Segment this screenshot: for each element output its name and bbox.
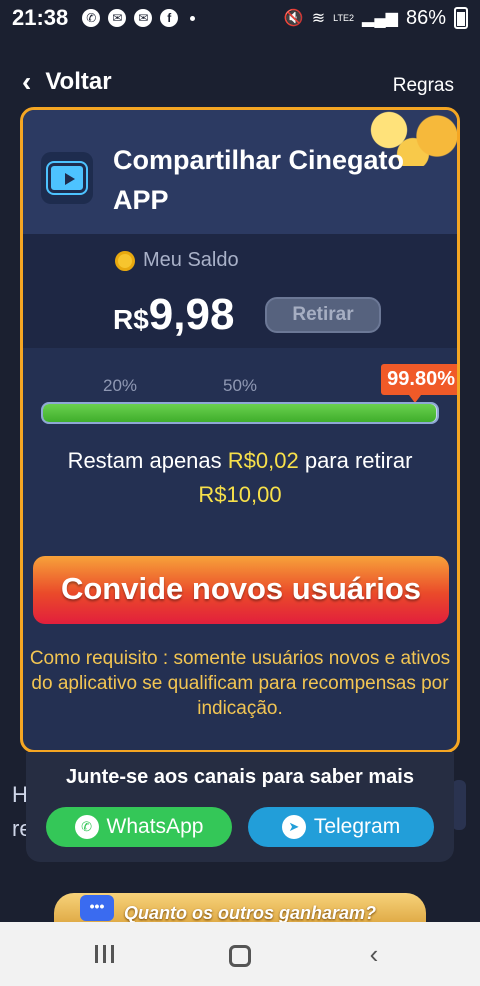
balance-value: 9,98 [148, 290, 235, 339]
wifi-icon: ≋ [311, 10, 326, 27]
whatsapp-icon: ✆ [74, 815, 99, 839]
balance-label: Meu Saldo [143, 249, 239, 271]
home-icon [229, 945, 251, 968]
chat-bubble-icon: ••• [80, 895, 114, 921]
whatsapp-button[interactable]: ✆ WhatsApp [46, 807, 232, 847]
back-chevron-icon: ‹ [369, 939, 379, 969]
whatsapp-label: WhatsApp [106, 815, 204, 838]
balance-section: Meu Saldo R$ 9,98 Retirar [23, 234, 457, 348]
more-notifications-dot-icon [190, 15, 196, 21]
coin-icon [115, 251, 135, 271]
telegram-icon: ➤ [281, 815, 306, 839]
remaining-target: R$10,00 [198, 482, 282, 507]
progress-section: 99.80% 20% 50% Restam apenas R$0,02 para… [23, 348, 457, 548]
progress-bar-fill [43, 404, 437, 422]
facebook-notification-icon: f [160, 9, 179, 27]
mute-icon: 🔇 [283, 10, 304, 27]
join-channels-popup: Junte-se aos canais para saber mais ✆ Wh… [26, 752, 454, 862]
notification-icons: ✆ ✉ ✉ f [82, 9, 196, 27]
signal-icon: ▂▄▆ [362, 10, 398, 27]
battery-percent: 86% [405, 6, 446, 29]
messenger-notification-icon: ✉ [108, 9, 127, 27]
battery-icon [454, 7, 468, 29]
banner-text: Quanto os outros ganharam? [124, 903, 377, 923]
balance-amount: R$ 9,98 [113, 290, 234, 340]
status-time: 21:38 [12, 5, 69, 30]
status-right: 🔇 ≋ LTE2 ▂▄▆ 86% [284, 7, 468, 30]
share-app-card: Compartilhar Cinegato APP Meu Saldo R$ 9… [20, 107, 460, 753]
remaining-amount: R$0,02 [227, 448, 299, 473]
system-back-button[interactable]: ‹ [354, 938, 394, 970]
recents-icon [94, 945, 114, 963]
invite-new-users-button[interactable]: Convide novos usuários [33, 556, 449, 624]
telegram-label: Telegram [313, 815, 401, 838]
remaining-text: Restam apenas R$0,02 para retirar R$10,0… [23, 444, 457, 512]
progress-bar [41, 402, 439, 424]
whatsapp-notification-icon: ✆ [82, 9, 101, 27]
back-button[interactable]: ‹ Voltar [22, 68, 112, 96]
card-header: Compartilhar Cinegato APP [23, 110, 457, 234]
back-label: Voltar [45, 68, 112, 95]
card-title: Compartilhar Cinegato APP [113, 145, 405, 215]
progress-percent-badge: 99.80% [381, 364, 457, 403]
progress-tick-20: 20% [103, 376, 138, 395]
withdraw-button[interactable]: Retirar [265, 297, 381, 333]
cinegato-app-icon [41, 152, 93, 204]
telegram-button[interactable]: ➤ Telegram [248, 807, 434, 847]
balance-currency: R$ [113, 304, 149, 335]
home-button[interactable] [220, 938, 260, 970]
status-bar: 21:38 ✆ ✉ ✉ f 🔇 ≋ LTE2 ▂▄▆ 86% [0, 0, 480, 36]
requirement-note: Como requisito : somente usuários novos … [29, 648, 451, 719]
system-nav-bar: ‹ [0, 922, 480, 986]
hidden-content-edge [452, 780, 466, 830]
remaining-prefix: Restam apenas [67, 448, 228, 473]
messenger-notification-icon-2: ✉ [134, 9, 153, 27]
progress-tick-50: 50% [223, 376, 258, 395]
recents-button[interactable] [84, 938, 124, 970]
remaining-middle: para retirar [298, 448, 413, 473]
rules-link[interactable]: Regras [393, 75, 454, 97]
chevron-left-icon: ‹ [22, 66, 32, 97]
popup-title: Junte-se aos canais para saber mais [66, 766, 414, 788]
network-label: LTE2 [333, 13, 355, 23]
top-header: ‹ Voltar Regras [0, 62, 480, 108]
